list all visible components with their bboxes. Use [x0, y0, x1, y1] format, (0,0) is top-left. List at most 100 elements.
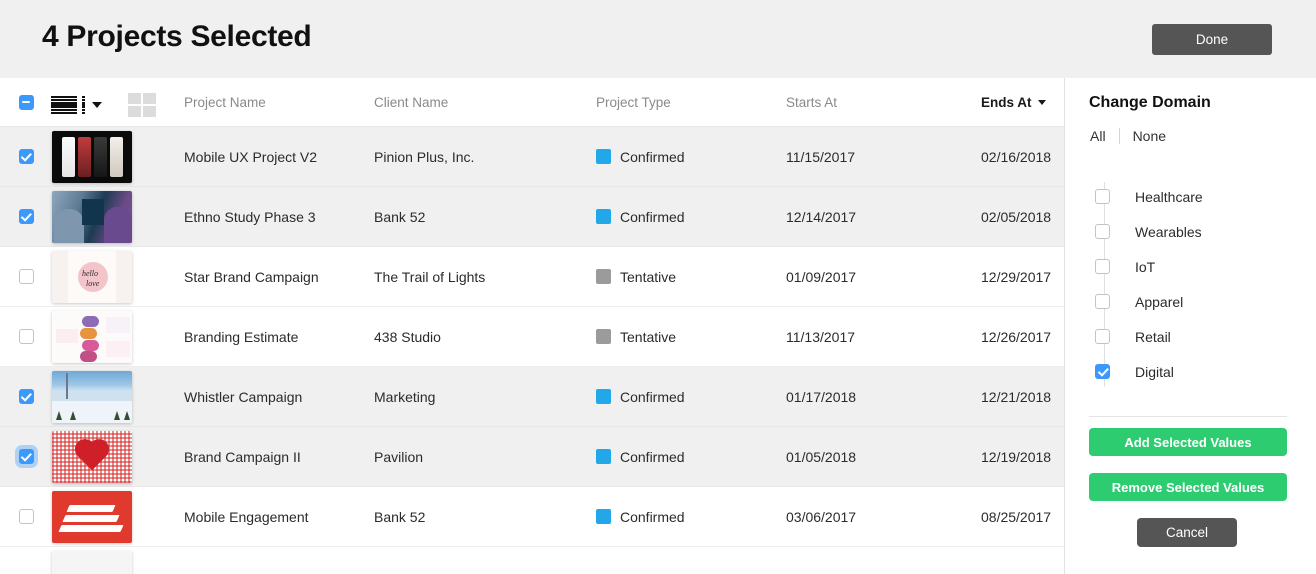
project-type-swatch	[596, 269, 611, 284]
row-checkbox[interactable]	[18, 389, 34, 404]
table-row[interactable]: Mobile UX Project V2 Pinion Plus, Inc. Con…	[0, 127, 1064, 187]
table-row-partial[interactable]	[0, 547, 1064, 574]
domain-checkbox[interactable]	[1095, 224, 1110, 239]
cell-project-type: Confirmed	[596, 509, 786, 525]
cell-project-type: Tentative	[596, 329, 786, 345]
row-select-cell	[0, 449, 52, 464]
row-select-cell	[0, 149, 52, 164]
column-header-client-name[interactable]: Client Name	[374, 95, 596, 110]
table-row[interactable]: Ethno Study Phase 3 Bank 52 Confirmed 12/14…	[0, 187, 1064, 247]
cell-starts-at: 12/14/2017	[786, 208, 857, 225]
column-header-project-type[interactable]: Project Type	[596, 95, 786, 110]
cell-starts-at: 01/05/2018	[786, 448, 857, 465]
row-thumbnail-cell	[52, 550, 184, 574]
add-selected-values-button[interactable]: Add Selected Values	[1089, 428, 1287, 456]
cell-project-name: Brand Campaign II	[184, 448, 301, 465]
project-type-label: Confirmed	[620, 448, 685, 465]
cell-ends-at: 08/25/2017	[981, 508, 1052, 525]
domain-checkbox[interactable]	[1095, 329, 1110, 344]
row-checkbox[interactable]	[18, 209, 34, 224]
domain-list-item[interactable]: Wearables	[1089, 214, 1299, 249]
cell-ends-at: 02/16/2018	[981, 148, 1052, 165]
table-header-row: Project Name Client Name Project Type St…	[0, 78, 1064, 127]
cell-starts-at: 11/15/2017	[786, 148, 856, 165]
project-type-swatch	[596, 149, 611, 164]
cell-project-name: Ethno Study Phase 3	[184, 208, 316, 225]
select-all-link[interactable]: All	[1090, 128, 1106, 144]
domain-checkbox[interactable]	[1095, 294, 1110, 309]
list-view-icon[interactable]	[51, 96, 85, 114]
cell-client-name: Pavilion	[374, 448, 424, 465]
table-row[interactable]: Branding Estimate 438 Studio Tentative 11/1…	[0, 307, 1064, 367]
row-checkbox[interactable]	[18, 149, 34, 164]
select-all-cell	[0, 94, 52, 110]
domain-list-item[interactable]: Apparel	[1089, 284, 1299, 319]
table-body: Mobile UX Project V2 Pinion Plus, Inc. Con…	[0, 127, 1064, 574]
select-none-link[interactable]: None	[1133, 128, 1166, 144]
column-header-ends-at[interactable]: Ends At	[981, 95, 1064, 110]
domain-list-item[interactable]: Healthcare	[1089, 179, 1299, 214]
change-domain-panel: Change Domain All None Healthcare Wearabl…	[1065, 78, 1316, 574]
domain-list-item[interactable]: IoT	[1089, 249, 1299, 284]
row-thumbnail-cell	[52, 490, 184, 543]
table-row[interactable]: hello love Star Brand Campaign The Trail of…	[0, 247, 1064, 307]
cell-project-name: Whistler Campaign	[184, 388, 303, 405]
cell-ends-at: 02/05/2018	[981, 208, 1052, 225]
row-select-cell	[0, 329, 52, 344]
project-thumbnail	[52, 550, 132, 574]
table-row[interactable]: Brand Campaign II Pavilion Confirmed 01/05/…	[0, 427, 1064, 487]
project-type-label: Confirmed	[620, 148, 685, 165]
row-select-cell	[0, 509, 52, 524]
cancel-button[interactable]: Cancel	[1137, 518, 1237, 547]
domain-checkbox[interactable]	[1095, 364, 1110, 379]
cell-project-type: Confirmed	[596, 389, 786, 405]
cell-ends-at: 12/26/2017	[981, 328, 1052, 345]
row-checkbox[interactable]	[18, 509, 34, 524]
row-thumbnail-cell: hello love	[52, 250, 184, 303]
row-thumbnail-cell	[52, 130, 184, 183]
cell-ends-at: 12/21/2018	[981, 388, 1052, 405]
remove-selected-values-button[interactable]: Remove Selected Values	[1089, 473, 1287, 501]
domain-label: Wearables	[1135, 223, 1202, 240]
cell-client-name: Marketing	[374, 388, 436, 405]
cell-project-type: Confirmed	[596, 449, 786, 465]
page-title: 4 Projects Selected	[42, 20, 312, 53]
select-all-checkbox[interactable]	[18, 94, 34, 110]
table-row[interactable]: Whistler Campaign Marketing Confirmed 01/17…	[0, 367, 1064, 427]
row-thumbnail-cell	[52, 190, 184, 243]
cell-project-name: Branding Estimate	[184, 328, 299, 345]
domain-checkbox[interactable]	[1095, 259, 1110, 274]
done-button[interactable]: Done	[1152, 24, 1272, 55]
cell-starts-at: 11/13/2017	[786, 328, 856, 345]
domain-label: Apparel	[1135, 293, 1184, 310]
project-type-label: Confirmed	[620, 208, 685, 225]
cell-project-name: Mobile UX Project V2	[184, 148, 318, 165]
domain-label: Healthcare	[1135, 188, 1203, 205]
project-thumbnail	[52, 370, 132, 423]
domain-checkbox[interactable]	[1095, 189, 1110, 204]
row-checkbox[interactable]	[18, 269, 34, 284]
project-type-label: Tentative	[620, 328, 677, 345]
row-checkbox[interactable]	[18, 449, 34, 464]
domain-label: Digital	[1135, 363, 1174, 380]
project-type-swatch	[596, 389, 611, 404]
project-thumbnail: hello love	[52, 250, 132, 303]
cell-project-name: Star Brand Campaign	[184, 268, 319, 285]
cell-ends-at: 12/29/2017	[981, 268, 1052, 285]
column-header-project-name[interactable]: Project Name	[184, 95, 374, 110]
row-select-cell	[0, 269, 52, 284]
project-thumbnail	[52, 130, 132, 183]
project-thumbnail	[52, 490, 132, 543]
projects-table: Project Name Client Name Project Type St…	[0, 78, 1065, 574]
table-row[interactable]: Mobile Engagement Bank 52 Confirmed 03/06/2…	[0, 487, 1064, 547]
chevron-down-icon[interactable]	[92, 102, 102, 108]
cell-project-type: Confirmed	[596, 149, 786, 165]
column-header-starts-at[interactable]: Starts At	[786, 95, 981, 110]
cell-project-type: Confirmed	[596, 209, 786, 225]
domain-list-item[interactable]: Digital	[1089, 354, 1299, 389]
grid-view-icon[interactable]	[128, 93, 156, 117]
row-checkbox[interactable]	[18, 329, 34, 344]
project-type-swatch	[596, 449, 611, 464]
domain-list-item[interactable]: Retail	[1089, 319, 1299, 354]
divider	[1118, 128, 1120, 144]
